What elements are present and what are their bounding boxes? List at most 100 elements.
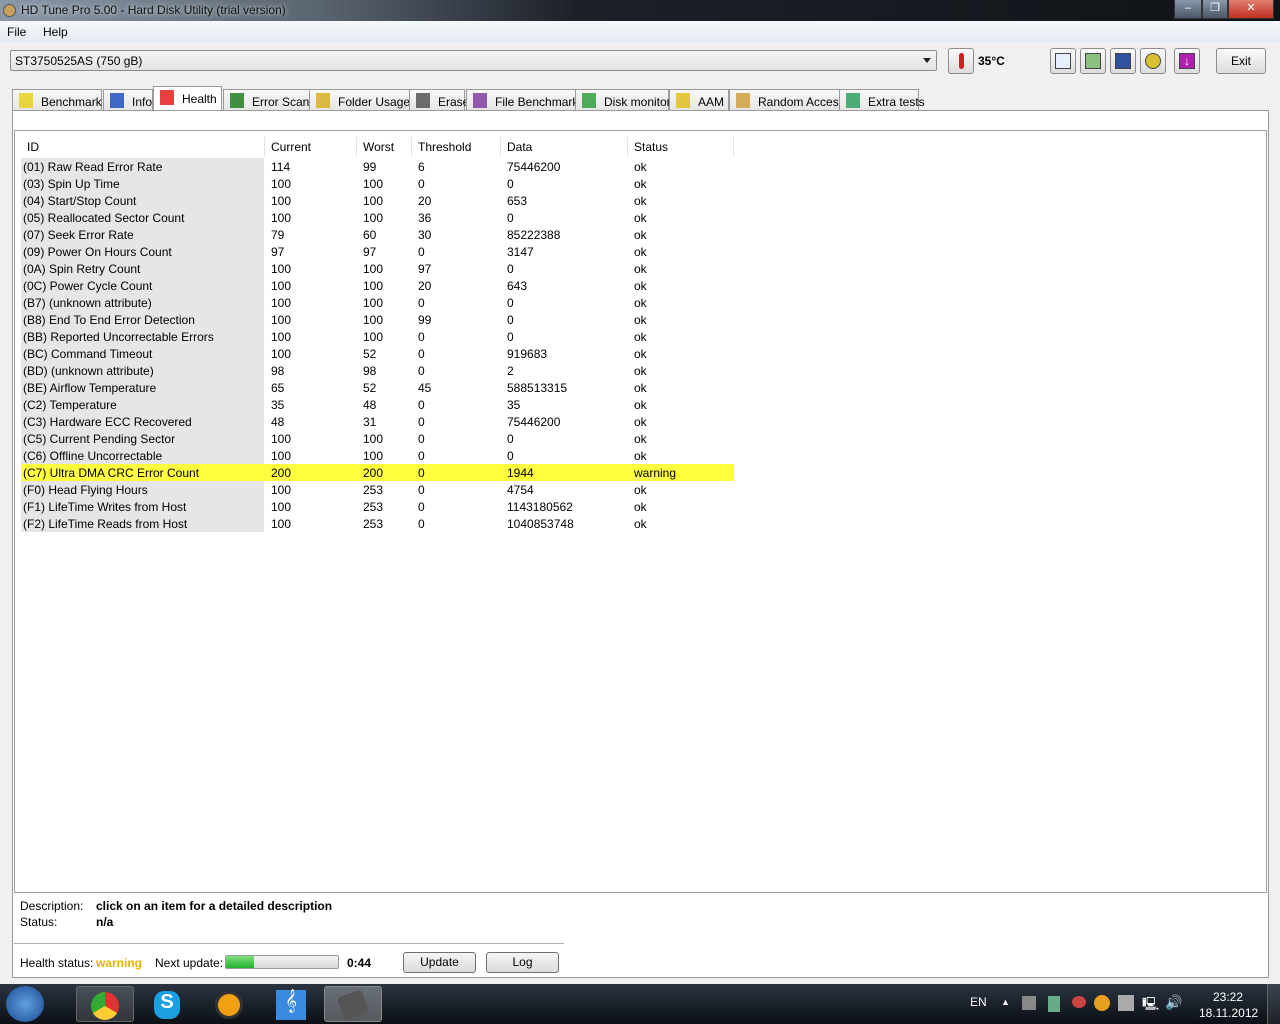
table-row[interactable]: (C6) Offline Uncorrectable 100 100 0 0 ok <box>21 447 734 464</box>
cell-status: ok <box>634 211 647 225</box>
cell-id: (03) Spin Up Time <box>21 175 264 192</box>
column-header-id[interactable]: ID <box>21 137 265 157</box>
cell-data: 653 <box>507 194 528 208</box>
download-button[interactable]: ↓ <box>1174 48 1200 74</box>
cell-threshold: 30 <box>418 228 432 242</box>
table-row[interactable]: (B8) End To End Error Detection 100 100 99 0… <box>21 311 734 328</box>
table-row[interactable]: (F0) Head Flying Hours 100 253 0 4754 ok <box>21 481 734 498</box>
minimize-button[interactable]: – <box>1174 0 1202 19</box>
tab-folder-usage[interactable]: Folder Usage <box>309 89 410 110</box>
table-row[interactable]: (F2) LifeTime Reads from Host 100 253 0 1040… <box>21 515 734 532</box>
taskbar-music[interactable]: 𝄞 <box>262 986 320 1022</box>
volume-icon[interactable]: 🔊 <box>1165 994 1182 1011</box>
usb-safe-remove-icon[interactable] <box>1048 996 1060 1012</box>
window-title: HD Tune Pro 5.00 - Hard Disk Utility (tr… <box>21 3 286 17</box>
clock-time[interactable]: 23:22 <box>1213 990 1243 1004</box>
updates-icon[interactable] <box>1094 995 1110 1011</box>
tab-label: Random Access <box>758 95 845 109</box>
table-row[interactable]: (03) Spin Up Time 100 100 0 0 ok <box>21 175 734 192</box>
table-row[interactable]: (01) Raw Read Error Rate 114 99 6 75446200 ok <box>21 158 734 175</box>
column-header-status[interactable]: Status <box>628 137 734 157</box>
cell-data: 1944 <box>507 466 534 480</box>
column-header-worst[interactable]: Worst <box>357 137 412 157</box>
cell-id: (F2) LifeTime Reads from Host <box>21 515 264 532</box>
copy-screenshot-button[interactable] <box>1080 48 1106 74</box>
tab-info[interactable]: Info <box>103 89 153 110</box>
language-indicator[interactable]: EN <box>970 995 987 1009</box>
menu-help[interactable]: Help <box>43 25 68 39</box>
taskbar-hdtune[interactable] <box>324 986 382 1022</box>
copy-text-button[interactable] <box>1050 48 1076 74</box>
tray-app-icon[interactable] <box>1022 996 1036 1010</box>
tab-disk-monitor[interactable]: Disk monitor <box>575 89 671 110</box>
table-row[interactable]: (B7) (unknown attribute) 100 100 0 0 ok <box>21 294 734 311</box>
column-header-threshold[interactable]: Threshold <box>412 137 501 157</box>
save-button[interactable] <box>1110 48 1136 74</box>
tab-erase[interactable]: Erase <box>409 89 469 110</box>
options-button[interactable] <box>1140 48 1166 74</box>
cell-status: ok <box>634 364 647 378</box>
taskbar-chrome[interactable] <box>76 986 134 1022</box>
log-button[interactable]: Log <box>486 952 559 973</box>
table-row[interactable]: (07) Seek Error Rate 79 60 30 85222388 ok <box>21 226 734 243</box>
clock-date[interactable]: 18.11.2012 <box>1199 1006 1258 1020</box>
show-desktop-button[interactable] <box>1267 984 1280 1024</box>
tab-health[interactable]: Health <box>153 86 222 110</box>
tab-error-scan[interactable]: Error Scan <box>223 89 310 110</box>
cell-status: ok <box>634 262 647 276</box>
cell-id: (C2) Temperature <box>21 396 264 413</box>
chart-icon <box>582 93 596 108</box>
antivirus-warning-icon[interactable] <box>1118 995 1134 1011</box>
start-button[interactable] <box>6 986 44 1022</box>
cell-current: 100 <box>271 296 292 310</box>
table-row[interactable]: (C3) Hardware ECC Recovered 48 31 0 75446200… <box>21 413 734 430</box>
maximize-button[interactable]: ❐ <box>1202 0 1228 19</box>
tab-label: AAM <box>698 95 725 109</box>
table-row[interactable]: (BD) (unknown attribute) 98 98 0 2 ok <box>21 362 734 379</box>
close-button[interactable]: ✕ <box>1228 0 1274 19</box>
table-row[interactable]: (C7) Ultra DMA CRC Error Count 200 200 0 194… <box>21 464 734 481</box>
tab-benchmark[interactable]: Benchmark <box>12 89 102 110</box>
cell-data: 0 <box>507 177 514 191</box>
magnifier-icon <box>230 93 244 108</box>
update-button[interactable]: Update <box>403 952 476 973</box>
exit-button[interactable]: Exit <box>1216 48 1266 74</box>
table-row[interactable]: (04) Start/Stop Count 100 100 20 653 ok <box>21 192 734 209</box>
tab-file-benchmark[interactable]: File Benchmark <box>466 89 578 110</box>
column-header-data[interactable]: Data <box>501 137 628 157</box>
table-row[interactable]: (09) Power On Hours Count 97 97 0 3147 ok <box>21 243 734 260</box>
chevron-down-icon <box>923 58 931 67</box>
tab-aam[interactable]: AAM <box>669 89 729 110</box>
network-icon[interactable]: 🖳 <box>1142 995 1159 1017</box>
cell-worst: 60 <box>363 228 377 242</box>
column-header-current[interactable]: Current <box>265 137 357 157</box>
table-row[interactable]: (BC) Command Timeout 100 52 0 919683 ok <box>21 345 734 362</box>
cell-threshold: 0 <box>418 177 425 191</box>
info-icon <box>110 93 124 108</box>
tray-utility-icon[interactable] <box>1072 996 1086 1008</box>
temperature-button[interactable] <box>948 48 974 74</box>
cell-id: (C5) Current Pending Sector <box>21 430 264 447</box>
show-hidden-icons[interactable]: ▲ <box>1001 997 1010 1007</box>
table-row[interactable]: (F1) LifeTime Writes from Host 100 253 0 114… <box>21 498 734 515</box>
progress-fill <box>226 956 254 968</box>
drive-select[interactable]: ST3750525AS (750 gB) <box>10 50 937 71</box>
table-row[interactable]: (BB) Reported Uncorrectable Errors 100 100… <box>21 328 734 345</box>
taskbar-skype[interactable]: S <box>138 986 196 1022</box>
countdown: 0:44 <box>347 956 372 970</box>
table-row[interactable]: (0C) Power Cycle Count 100 100 20 643 ok <box>21 277 734 294</box>
table-row[interactable]: (BE) Airflow Temperature 65 52 45 588513315 o… <box>21 379 734 396</box>
table-row[interactable]: (C5) Current Pending Sector 100 100 0 0 ok <box>21 430 734 447</box>
tab-random-access[interactable]: Random Access <box>729 89 845 110</box>
table-row[interactable]: (0A) Spin Retry Count 100 100 97 0 ok <box>21 260 734 277</box>
tab-extra-tests[interactable]: Extra tests <box>839 89 925 110</box>
copy-screenshot-icon <box>1085 53 1101 69</box>
cell-status: ok <box>634 160 647 174</box>
menu-file[interactable]: File <box>7 25 26 39</box>
taskbar-aimp[interactable] <box>200 986 258 1022</box>
table-row[interactable]: (05) Reallocated Sector Count 100 100 36 0 ok <box>21 209 734 226</box>
cell-current: 97 <box>271 245 285 259</box>
cell-worst: 97 <box>363 245 377 259</box>
taskbar: S 𝄞 EN ▲ 🖳 🔊 23:22 18.11.2012 <box>0 984 1280 1024</box>
table-row[interactable]: (C2) Temperature 35 48 0 35 ok <box>21 396 734 413</box>
